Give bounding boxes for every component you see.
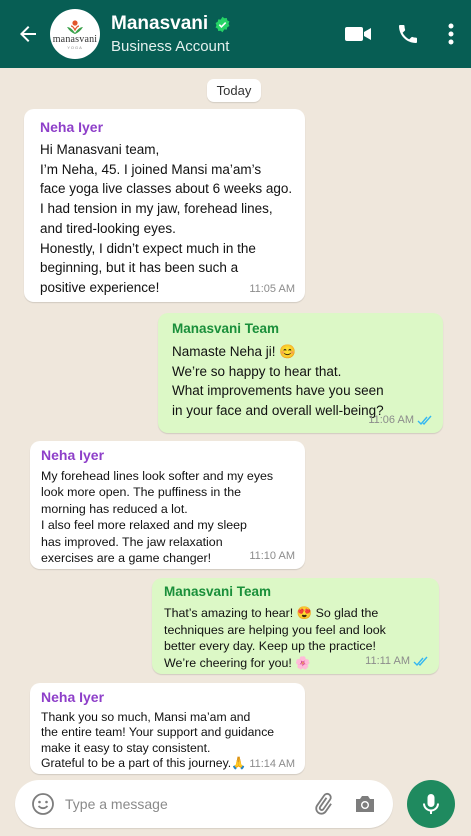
message-time: 11:05 AM xyxy=(249,283,295,295)
avatar[interactable]: manasvani YOGA xyxy=(50,9,100,59)
message-sender: Manasvani Team xyxy=(164,584,272,599)
verified-icon xyxy=(215,16,230,32)
back-arrow-icon[interactable] xyxy=(14,20,42,48)
message-sender: Neha Iyer xyxy=(41,447,105,463)
phone-icon[interactable] xyxy=(393,19,423,49)
chat-header: manasvani YOGA Manasvani Business Accoun… xyxy=(0,0,471,68)
read-ticks-icon xyxy=(417,415,432,425)
avatar-brand-subtext: YOGA xyxy=(67,44,83,50)
logo-icon xyxy=(67,19,83,34)
message-time: 11:06 AM xyxy=(368,414,414,426)
message-sender: Neha Iyer xyxy=(41,689,105,705)
mic-icon xyxy=(423,794,439,814)
read-ticks-icon xyxy=(413,656,428,666)
message-input[interactable] xyxy=(65,796,311,812)
contact-name: Manasvani xyxy=(111,13,209,34)
composer xyxy=(15,780,393,828)
emoji-icon[interactable] xyxy=(31,792,55,816)
date-separator: Today xyxy=(207,79,261,102)
avatar-brand-text: manasvani xyxy=(52,33,98,45)
message-bubble-incoming[interactable]: Neha Iyer My forehead lines look softer … xyxy=(30,441,305,569)
message-bubble-outgoing[interactable]: Manasvani Team Namaste Neha ji! 😊 We’re … xyxy=(158,313,443,433)
message-text: Namaste Neha ji! 😊 We’re so happy to hea… xyxy=(172,344,384,418)
message-bubble-incoming[interactable]: Neha Iyer Thank you so much, Mansi ma’am… xyxy=(30,683,305,774)
message-time: 11:10 AM xyxy=(249,550,295,562)
video-call-icon[interactable] xyxy=(343,19,373,49)
attach-icon[interactable] xyxy=(311,792,335,816)
mic-button[interactable] xyxy=(407,780,455,828)
more-vert-icon[interactable] xyxy=(445,19,457,49)
contact-subtitle: Business Account xyxy=(111,38,230,55)
message-bubble-incoming[interactable]: Neha Iyer Hi Manasvani team, I’m Neha, 4… xyxy=(24,109,305,302)
camera-icon[interactable] xyxy=(353,792,377,816)
message-time: 11:14 AM xyxy=(249,758,295,770)
message-text: Hi Manasvani team, I’m Neha, 45. I joine… xyxy=(40,142,293,295)
message-sender: Manasvani Team xyxy=(172,321,280,336)
message-sender: Neha Iyer xyxy=(40,119,104,135)
contact-info[interactable]: Manasvani Business Account xyxy=(111,13,343,55)
message-time: 11:11 AM xyxy=(365,655,410,667)
message-bubble-outgoing[interactable]: Manasvani Team That’s amazing to hear! 😍… xyxy=(152,578,439,674)
